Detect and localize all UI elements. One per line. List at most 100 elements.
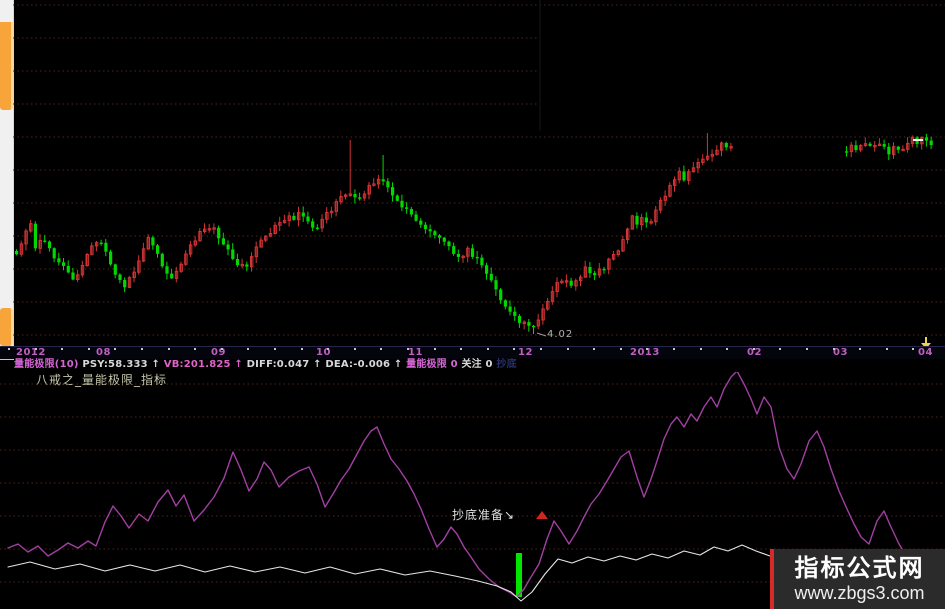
axis-tick (460, 348, 463, 350)
candle-body-down (593, 273, 597, 276)
candle-body-down (104, 242, 108, 252)
watermark: 指标公式网 www.zbgs3.com (770, 549, 945, 609)
axis-tick (114, 348, 117, 350)
date-label: 11 (408, 347, 423, 358)
green-signal-bar (516, 553, 522, 597)
candle-body-down (887, 146, 891, 155)
axis-tick (513, 348, 516, 350)
axis-tick (34, 348, 37, 350)
axis-tick (486, 348, 489, 350)
candle-body-down (217, 227, 221, 239)
candle-body-down (395, 195, 399, 201)
axis-tick (752, 348, 755, 350)
axis-tick (300, 348, 303, 350)
candle-body-down (882, 144, 886, 147)
candle-body-down (409, 209, 413, 215)
candle-body-down (442, 237, 446, 242)
axis-tick (220, 348, 223, 350)
date-label: 2012 (16, 347, 46, 358)
axis-tick (87, 348, 90, 350)
status-token: DEA:-0.006 ↑ (325, 359, 407, 370)
candle-body-down (494, 280, 498, 290)
date-label: 09 (211, 347, 226, 358)
lowest-price-label: 4.02 (547, 329, 574, 340)
axis-tick (912, 348, 915, 350)
date-label: 2013 (630, 347, 660, 358)
candle-body-down (386, 181, 390, 188)
candle-body-down (165, 266, 169, 274)
stock-app-window: 4.02 2012 08 09 10 11 12 2013 02 03 04 量能极限(10) P… (0, 0, 945, 609)
axis-tick (540, 348, 542, 350)
candle-body-down (508, 306, 512, 312)
watermark-url: www.zbgs3.com (794, 583, 925, 603)
candle-body-down (868, 143, 872, 146)
axis-tick (353, 348, 356, 350)
status-line: 量能极限(10) PSY:58.333 ↑ VB:201.825 ↑ DIFF:… (14, 358, 944, 371)
axis-tick (806, 348, 808, 350)
status-token: VB:201.825 ↑ (163, 359, 247, 370)
candle-body-down (226, 244, 230, 250)
candle-body-down (292, 215, 296, 220)
candle-body-down (480, 257, 484, 266)
candle-body-down (503, 300, 507, 307)
axis-tick (885, 348, 888, 350)
candlestick-chart[interactable] (0, 0, 945, 346)
date-label: 03 (833, 347, 848, 358)
axis-tick (646, 348, 649, 350)
axis-tick (726, 348, 729, 350)
candle-body-down (391, 187, 395, 196)
candle-body-down (109, 251, 113, 265)
candle-body-down (854, 145, 858, 150)
candle-body-down (929, 140, 933, 145)
candle-body-down (456, 253, 460, 257)
candle-body-down (489, 273, 493, 281)
candle-body-down (400, 200, 404, 208)
date-label: 04 (918, 347, 933, 358)
candle-body-down (311, 221, 315, 228)
candle-body-down (513, 311, 517, 316)
candle-body-down (47, 241, 52, 249)
candle-body-down (156, 245, 160, 254)
baseline-white-line (7, 544, 771, 602)
axis-tick (61, 348, 64, 350)
candle-body-down (433, 231, 437, 236)
axis-tick (8, 348, 10, 350)
candle-body-down (588, 267, 592, 274)
candle-body-down (635, 215, 639, 225)
candle-body-down (532, 325, 536, 328)
candle-body-down (419, 220, 423, 225)
axis-tick (141, 348, 143, 350)
date-label: 12 (518, 347, 533, 358)
status-token: DIFF:0.047 ↑ (246, 359, 326, 370)
candle-body-down (235, 259, 240, 266)
axis-tick (566, 348, 569, 350)
candle-body-down (52, 248, 56, 259)
candle-body-down (517, 315, 522, 323)
candle-body-down (221, 238, 225, 245)
status-token: 量能极限(10) (14, 359, 83, 370)
axis-tick (619, 348, 622, 350)
candle-body-down (123, 280, 127, 288)
status-token: 关注 0 (461, 359, 497, 370)
candle-body-down (527, 322, 531, 326)
candle-body-down (447, 241, 451, 247)
candle-body-down (113, 264, 117, 275)
candle-body-down (66, 265, 70, 273)
candle-body-down (71, 272, 75, 280)
candle-body-down (151, 237, 155, 246)
status-token: 量能极限 0 (406, 359, 462, 370)
candle-body-down (62, 262, 66, 266)
candle-body-down (245, 264, 249, 267)
candle-body-down (470, 248, 475, 257)
axis-tick (167, 348, 170, 350)
candle-body-down (315, 227, 319, 229)
candle-body-down (231, 249, 235, 259)
candle-body-down (306, 216, 310, 222)
axis-tick (433, 348, 436, 350)
candle-body-down (475, 256, 479, 259)
candle-body-down (15, 251, 19, 255)
candle-body-down (682, 171, 686, 181)
candle-body-down (160, 253, 164, 267)
last-close-dash (913, 139, 923, 141)
candle-body-down (358, 197, 362, 199)
